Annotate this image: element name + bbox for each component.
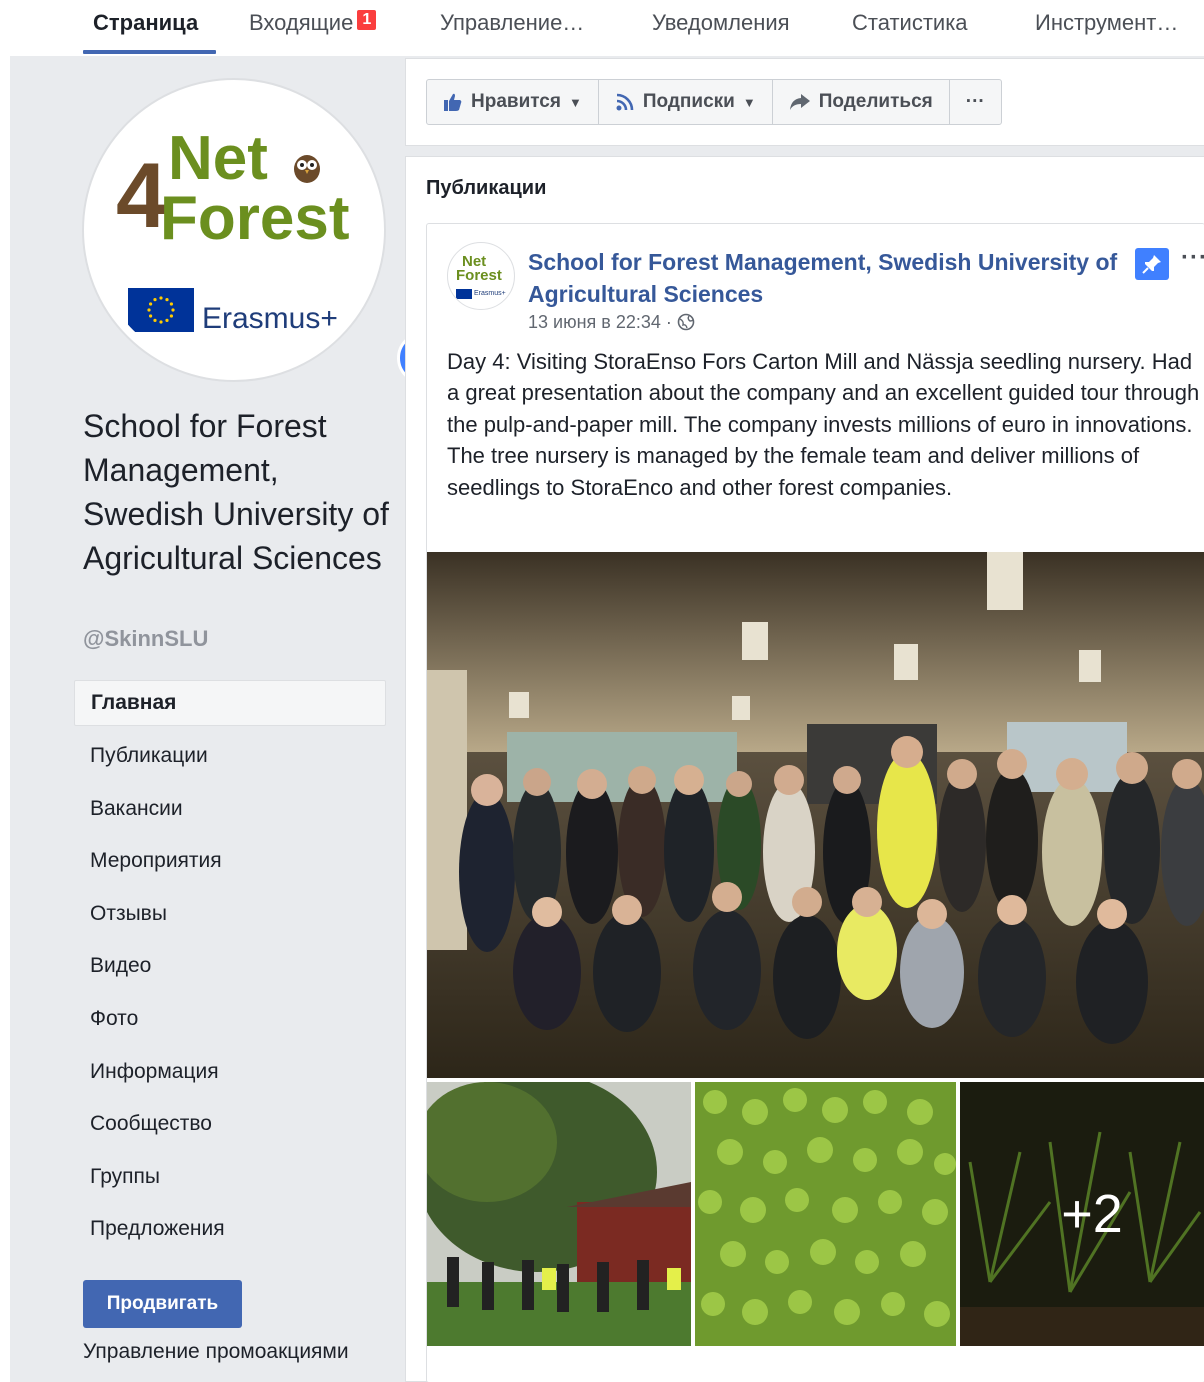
page-content: 4 Net Forest Erasmus+ + School f: [0, 56, 1204, 1382]
tab-inbox[interactable]: Входящие 1: [249, 10, 377, 36]
tab-notifications[interactable]: Уведомления: [652, 10, 790, 36]
follow-label: Подписки: [642, 91, 735, 112]
eu-flag-icon: [456, 289, 472, 299]
promote-button[interactable]: Продвигать: [83, 1280, 242, 1328]
eu-flag-icon: [128, 288, 194, 332]
tab-label: Статистика: [852, 10, 968, 35]
follow-button[interactable]: Подписки ▼: [599, 80, 773, 124]
sidebar-item-offers[interactable]: Предложения: [74, 1205, 386, 1258]
like-label: Нравится: [471, 91, 561, 112]
rss-icon: [615, 92, 635, 112]
sidebar-item-community[interactable]: Сообщество: [74, 1100, 386, 1153]
post-photo-group[interactable]: [427, 552, 1204, 1078]
profile-picture[interactable]: 4 Net Forest Erasmus+ +: [82, 78, 449, 384]
pin-icon[interactable]: [1135, 248, 1169, 280]
posts-section: Публикации Net Forest Erasmus+ School fo…: [405, 156, 1204, 1382]
logo-net: Net: [168, 124, 268, 193]
owl-icon: [294, 155, 320, 183]
separator: ·: [665, 312, 677, 332]
notification-badge: 1: [357, 10, 377, 30]
logo-forest: Forest: [160, 184, 350, 253]
tab-label: Страница: [93, 10, 199, 35]
tab-label: Уведомления: [652, 10, 790, 35]
tab-tools[interactable]: Инструмент…: [1035, 10, 1178, 36]
sidebar-nav: Главная Публикации Вакансии Мероприятия …: [74, 680, 386, 1258]
share-button[interactable]: Поделиться: [773, 80, 950, 124]
globe-icon[interactable]: [677, 313, 695, 336]
tab-label: Инструмент…: [1035, 10, 1179, 35]
page-action-bar: Нравится ▼ Подписки ▼ Поделиться ···: [405, 58, 1204, 146]
post-options-button[interactable]: ···: [1181, 244, 1204, 272]
manage-promotions-link[interactable]: Управление промоакциями: [83, 1340, 349, 1364]
page-username[interactable]: @SkinnSLU: [83, 626, 208, 652]
tab-page[interactable]: Страница: [93, 10, 198, 36]
sidebar-item-events[interactable]: Мероприятия: [74, 837, 386, 890]
caret-down-icon: ▼: [568, 94, 582, 110]
post-photo-seedlings[interactable]: [695, 1082, 956, 1346]
avatar-logo-forest: Forest: [456, 267, 502, 284]
post-text: Day 4: Visiting StoraEnso Fors Carton Mi…: [447, 349, 1200, 500]
sidebar-item-posts[interactable]: Публикации: [74, 732, 386, 785]
post-author-avatar[interactable]: Net Forest Erasmus+: [447, 242, 515, 310]
sidebar-item-reviews[interactable]: Отзывы: [74, 890, 386, 943]
tab-label: Управление…: [440, 10, 585, 35]
seedlings-photo-image: [695, 1082, 956, 1346]
sidebar-item-videos[interactable]: Видео: [74, 942, 386, 995]
post-photo-outdoor[interactable]: [427, 1082, 691, 1346]
sidebar-item-about[interactable]: Информация: [74, 1048, 386, 1101]
share-label: Поделиться: [818, 91, 933, 112]
net4forest-logo: 4 Net Forest Erasmus+: [92, 88, 376, 372]
post-date[interactable]: 13 июня в 22:34: [528, 312, 661, 332]
outdoor-photo-image: [427, 1082, 691, 1346]
caret-down-icon: ▼: [742, 94, 756, 110]
avatar-logo-erasmus: Erasmus+: [474, 290, 506, 297]
share-arrow-icon: [789, 93, 811, 111]
post-card: Net Forest Erasmus+ School for Forest Ma…: [426, 223, 1204, 1382]
more-actions-button[interactable]: ···: [950, 80, 1001, 124]
tab-label: Входящие: [249, 10, 354, 35]
like-button[interactable]: Нравится ▼: [427, 80, 599, 124]
active-tab-indicator: [83, 50, 216, 54]
page-title[interactable]: School for Forest Management, Swedish Un…: [83, 404, 393, 580]
thumbs-up-icon: [443, 92, 463, 112]
group-photo-image: [427, 552, 1204, 1078]
more-photos-overlay[interactable]: +2: [960, 1082, 1204, 1346]
post-meta: 13 июня в 22:34 ·: [528, 312, 695, 336]
sidebar-item-photos[interactable]: Фото: [74, 995, 386, 1048]
sidebar-item-groups[interactable]: Группы: [74, 1153, 386, 1206]
top-navigation: Страница Входящие 1 Управление… Уведомлен…: [0, 0, 1204, 56]
sidebar-item-home[interactable]: Главная: [74, 680, 386, 726]
post-photo-pine-seedlings[interactable]: +2: [960, 1082, 1204, 1346]
more-dots-icon: ···: [965, 91, 985, 112]
post-author-link[interactable]: School for Forest Management, Swedish Un…: [528, 246, 1138, 310]
erasmus-text: Erasmus+: [202, 302, 338, 335]
tab-manage[interactable]: Управление…: [440, 10, 584, 36]
tab-insights[interactable]: Статистика: [852, 10, 968, 36]
action-button-group: Нравится ▼ Подписки ▼ Поделиться ···: [426, 79, 1002, 125]
sidebar-item-jobs[interactable]: Вакансии: [74, 785, 386, 838]
posts-heading: Публикации: [426, 177, 547, 199]
